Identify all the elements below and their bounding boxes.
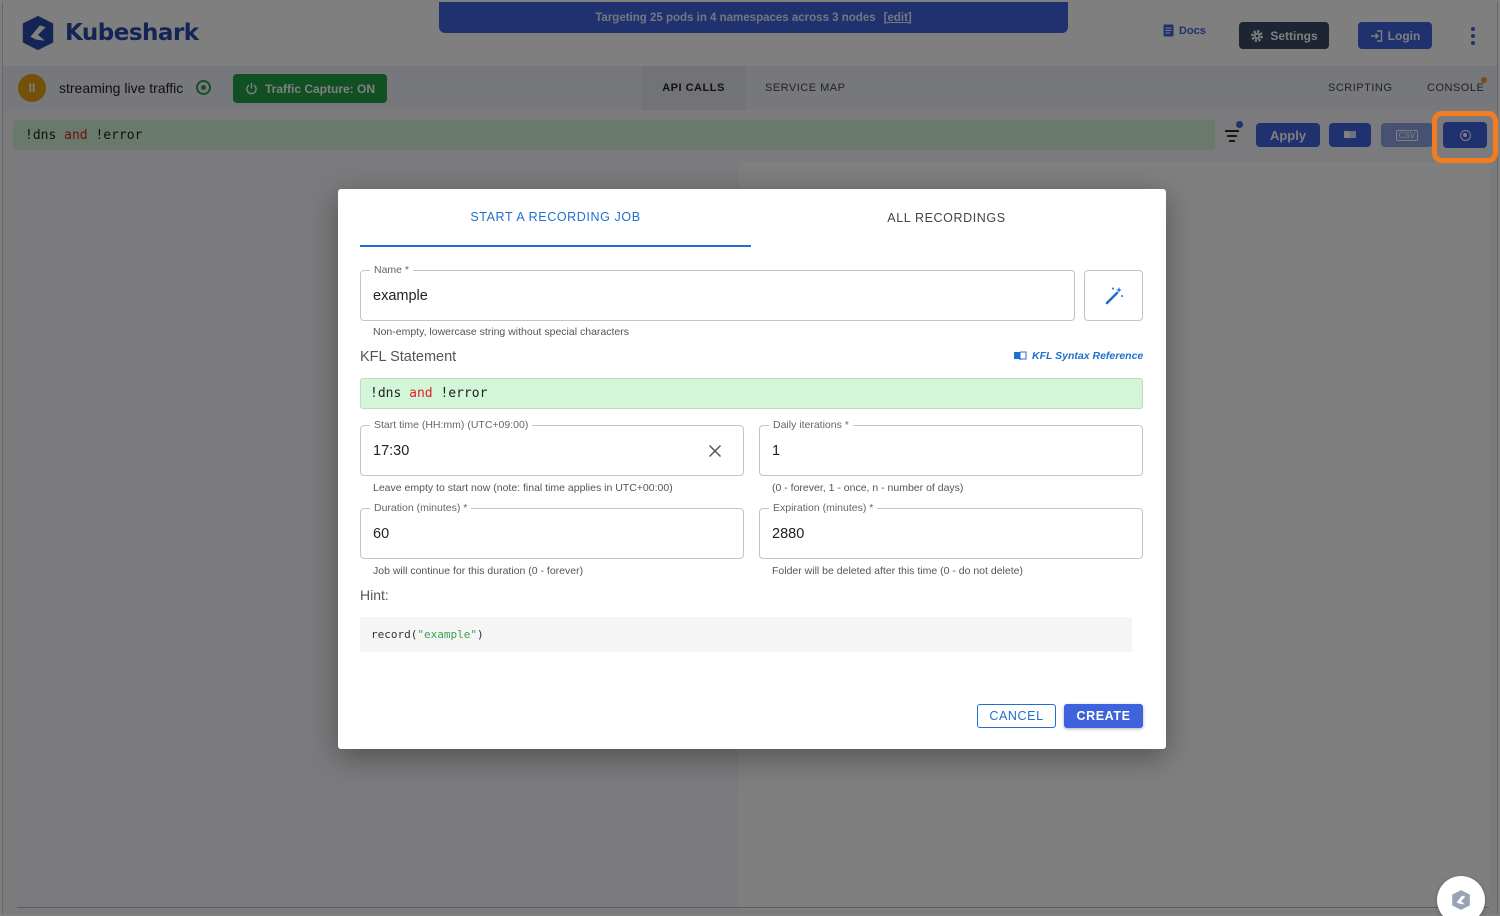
start-time-helper: Leave empty to start now (note: final ti… bbox=[373, 482, 673, 494]
kfl-statement-title: KFL Statement bbox=[360, 349, 457, 365]
start-time-field[interactable]: Start time (HH:mm) (UTC+09:00) 17:30 bbox=[360, 419, 744, 476]
generate-name-button[interactable] bbox=[1084, 270, 1143, 321]
recording-name-field[interactable]: Name * example bbox=[360, 264, 1075, 321]
hint-code-suffix: ) bbox=[476, 628, 484, 641]
hint-code-prefix: record( bbox=[371, 628, 418, 641]
recording-name-label: Name * bbox=[370, 264, 414, 277]
kfl-query-suffix: !error bbox=[432, 386, 488, 401]
tab-all-recordings[interactable]: ALL RECORDINGS bbox=[751, 189, 1142, 247]
book-icon bbox=[1014, 351, 1027, 361]
kfl-statement-input[interactable]: !dns and !error bbox=[360, 378, 1143, 409]
kubeshark-help-icon bbox=[1452, 890, 1470, 910]
kfl-syntax-reference-label: KFL Syntax Reference bbox=[1032, 350, 1144, 362]
recording-name-helper: Non-empty, lowercase string without spec… bbox=[373, 326, 629, 338]
expiration-label: Expiration (minutes) * bbox=[769, 502, 878, 515]
start-time-value: 17:30 bbox=[373, 442, 410, 459]
hint-code-string: "example" bbox=[417, 628, 477, 641]
duration-helper: Job will continue for this duration (0 -… bbox=[373, 565, 584, 577]
tab-start-recording-job[interactable]: START A RECORDING JOB bbox=[360, 189, 751, 247]
hint-code: record("example") bbox=[360, 617, 1132, 652]
kfl-query-keyword: and bbox=[409, 386, 433, 401]
daily-iterations-value: 1 bbox=[772, 442, 781, 459]
daily-iterations-label: Daily iterations * bbox=[769, 419, 853, 432]
recording-name-value: example bbox=[373, 287, 428, 304]
close-icon[interactable] bbox=[707, 443, 723, 459]
record-button-highlight bbox=[1432, 111, 1498, 163]
duration-label: Duration (minutes) * bbox=[370, 502, 472, 515]
daily-iterations-field[interactable]: Daily iterations * 1 bbox=[759, 419, 1143, 476]
duration-value: 60 bbox=[373, 525, 390, 542]
duration-field[interactable]: Duration (minutes) * 60 bbox=[360, 502, 744, 559]
hint-title: Hint: bbox=[360, 587, 389, 603]
expiration-field[interactable]: Expiration (minutes) * 2880 bbox=[759, 502, 1143, 559]
kfl-syntax-reference-link[interactable]: KFL Syntax Reference bbox=[1013, 350, 1143, 362]
daily-iterations-helper: (0 - forever, 1 - once, n - number of da… bbox=[772, 482, 964, 494]
start-time-label: Start time (HH:mm) (UTC+09:00) bbox=[370, 419, 533, 432]
help-fab[interactable] bbox=[1437, 876, 1485, 916]
kfl-query-prefix: !dns bbox=[370, 386, 410, 401]
expiration-value: 2880 bbox=[772, 525, 805, 542]
expiration-helper: Folder will be deleted after this time (… bbox=[772, 565, 1023, 577]
magic-wand-icon bbox=[1105, 286, 1123, 304]
recording-dialog: START A RECORDING JOB ALL RECORDINGS Nam… bbox=[338, 189, 1166, 749]
cancel-button[interactable]: CANCEL bbox=[977, 704, 1056, 728]
create-button[interactable]: CREATE bbox=[1064, 704, 1143, 728]
